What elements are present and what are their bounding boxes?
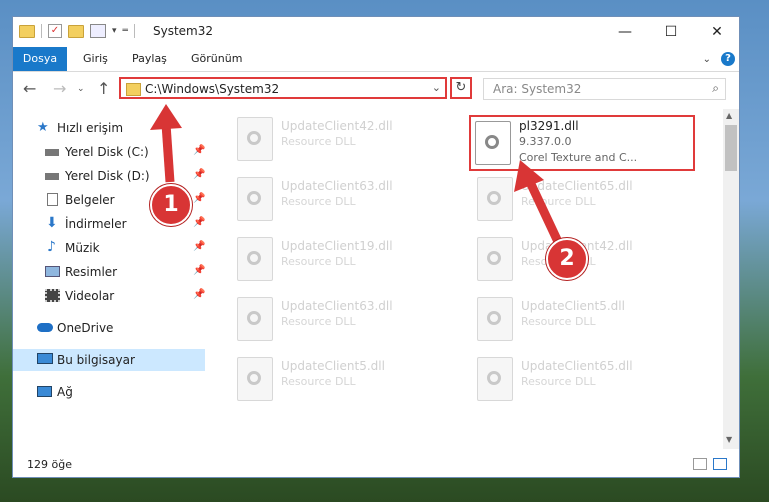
arrow-1-head (150, 104, 182, 130)
arrow-2-shaft (525, 180, 565, 248)
arrow-1-shaft (161, 123, 175, 183)
annotation-arrows (150, 104, 565, 248)
annotation-badge-2: 2 (546, 238, 588, 280)
annotation-badge-1: 1 (150, 184, 192, 226)
